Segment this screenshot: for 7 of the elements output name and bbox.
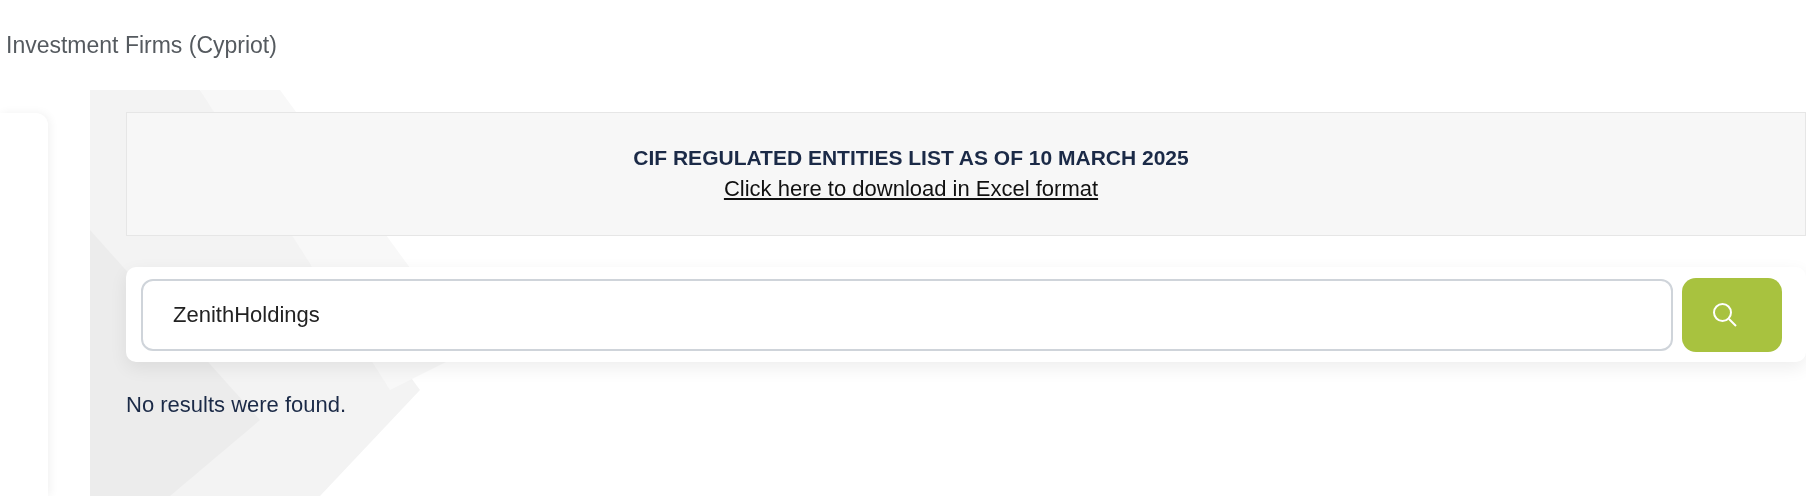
download-link[interactable]: Click here to download in Excel format <box>723 176 1099 202</box>
search-button[interactable] <box>1682 277 1782 352</box>
breadcrumb: Investment Firms (Cypriot) <box>5 31 278 60</box>
search-field[interactable]: ZenithHoldings <box>141 278 1673 351</box>
search-icon <box>1711 300 1739 329</box>
banner-title: CIF REGULATED ENTITIES LIST AS OF 10 MARCH 2025 <box>633 146 1189 170</box>
no-results-message: No results were found. <box>126 392 348 418</box>
